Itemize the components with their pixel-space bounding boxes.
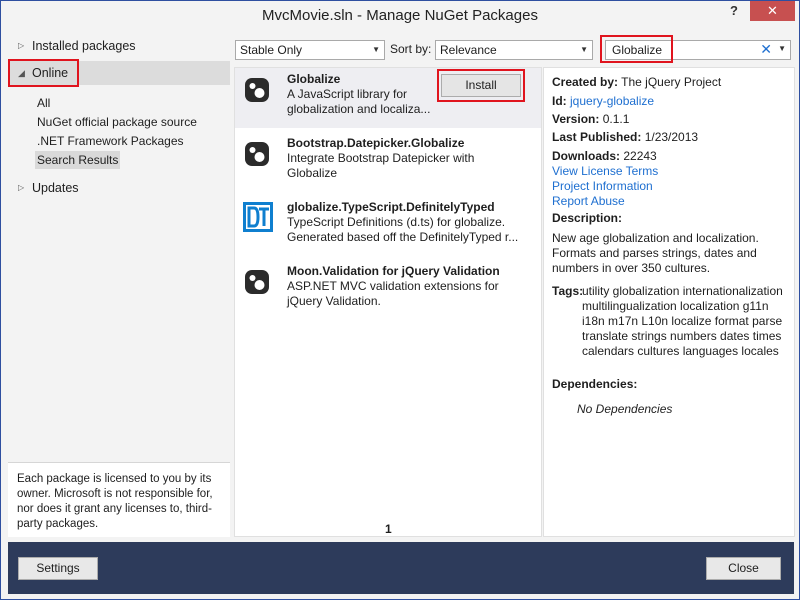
filter-value: Stable Only <box>240 43 303 57</box>
settings-button[interactable]: Settings <box>18 557 98 580</box>
nuget-icon <box>245 270 269 294</box>
published-value: 1/23/2013 <box>644 130 699 144</box>
footer-bar: Settings Close <box>8 542 794 594</box>
package-name: Globalize <box>287 72 341 86</box>
report-abuse-link[interactable]: Report Abuse <box>552 194 625 209</box>
tags-text: utility globalization internationalizati… <box>582 284 783 358</box>
published-label: Last Published: <box>552 130 642 144</box>
published-row: Last Published: 1/23/2013 <box>552 130 698 145</box>
tags-label: Tags: <box>552 284 584 298</box>
downloads-row: Downloads: 22243 <box>552 149 657 164</box>
tree-all[interactable]: All <box>35 94 52 112</box>
filter-dropdown[interactable]: Stable Only ▼ <box>235 40 385 60</box>
sort-label: Sort by: <box>390 42 432 56</box>
dependencies-label: Dependencies: <box>552 377 638 391</box>
nuget-icon <box>245 78 269 102</box>
package-description: TypeScript Definitions (d.ts) for global… <box>287 215 519 244</box>
dependencies-value: No Dependencies <box>577 402 673 416</box>
description-label: Description: <box>552 211 623 225</box>
tree-updates-label: Updates <box>32 181 79 195</box>
tree-installed-label: Installed packages <box>32 39 136 53</box>
package-item-bootstrap-datepicker[interactable]: Bootstrap.Datepicker.Globalize Integrate… <box>235 132 541 192</box>
sort-dropdown[interactable]: Relevance ▼ <box>435 40 593 60</box>
collapsed-arrow-icon: ▷ <box>18 41 25 50</box>
help-button[interactable]: ? <box>723 1 745 23</box>
nuget-icon <box>245 142 269 166</box>
source-tree: ▷ Installed packages ◢ Online All NuGet … <box>8 32 230 537</box>
package-description: Integrate Bootstrap Datepicker with Glob… <box>287 151 475 180</box>
package-item-moon-validation[interactable]: Moon.Validation for jQuery Validation AS… <box>235 260 541 320</box>
version-label: Version: <box>552 112 600 126</box>
downloads-value: 22243 <box>623 149 657 163</box>
highlight-box <box>600 35 673 63</box>
package-item-globalize-typescript[interactable]: globalize.TypeScript.DefinitelyTyped Typ… <box>235 196 541 256</box>
title-bar: MvcMovie.sln - Manage NuGet Packages ? ✕ <box>1 1 799 32</box>
page-number[interactable]: 1 <box>385 522 392 536</box>
version-row: Version: 0.1.1 <box>552 112 629 127</box>
package-details: Created by: The jQuery Project Id: jquer… <box>543 67 795 537</box>
package-description: A JavaScript library for globalization a… <box>287 87 431 116</box>
package-name: globalize.TypeScript.DefinitelyTyped <box>287 200 495 214</box>
description-text: New age globalization and localization. … <box>552 231 759 275</box>
toolbar: Stable Only ▼ Sort by: Relevance ▼ Globa… <box>235 35 795 63</box>
created-by-row: Created by: The jQuery Project <box>552 75 721 90</box>
downloads-label: Downloads: <box>552 149 620 163</box>
view-license-link[interactable]: View License Terms <box>552 164 658 179</box>
id-link[interactable]: jquery-globalize <box>570 94 654 108</box>
chevron-down-icon: ▼ <box>372 45 380 54</box>
close-button[interactable]: Close <box>706 557 781 580</box>
definitelytyped-icon <box>243 202 273 232</box>
close-window-button[interactable]: ✕ <box>750 1 795 21</box>
package-name: Moon.Validation for jQuery Validation <box>287 264 500 278</box>
package-item-globalize[interactable]: Globalize A JavaScript library for globa… <box>235 68 541 128</box>
version-value: 0.1.1 <box>602 112 630 126</box>
package-list: Globalize A JavaScript library for globa… <box>234 67 542 537</box>
id-label: Id: <box>552 94 567 108</box>
id-row: Id: jquery-globalize <box>552 94 654 109</box>
highlight-box <box>437 69 525 102</box>
window-title: MvcMovie.sln - Manage NuGet Packages <box>262 7 538 24</box>
license-notice: Each package is licensed to you by its o… <box>8 462 230 537</box>
created-by-label: Created by: <box>552 75 619 89</box>
chevron-down-icon: ▼ <box>580 45 588 54</box>
project-info-link[interactable]: Project Information <box>552 179 653 194</box>
collapsed-arrow-icon: ▷ <box>18 183 25 192</box>
chevron-down-icon[interactable]: ▼ <box>778 44 786 53</box>
package-description: ASP.NET MVC validation extensions for jQ… <box>287 279 499 308</box>
tree-installed-packages[interactable]: ▷ Installed packages <box>8 35 230 57</box>
tree-search-results[interactable]: Search Results <box>35 151 121 169</box>
tree-net-framework[interactable]: .NET Framework Packages <box>35 132 186 150</box>
nuget-dialog: MvcMovie.sln - Manage NuGet Packages ? ✕… <box>0 0 800 600</box>
highlight-box <box>8 59 79 87</box>
tree-nuget-official[interactable]: NuGet official package source <box>35 113 199 131</box>
clear-search-icon[interactable]: ✕ <box>760 41 772 58</box>
sort-value: Relevance <box>440 43 497 57</box>
created-by-value: The jQuery Project <box>621 75 722 89</box>
tree-updates[interactable]: ▷ Updates <box>8 177 230 199</box>
package-name: Bootstrap.Datepicker.Globalize <box>287 136 465 150</box>
